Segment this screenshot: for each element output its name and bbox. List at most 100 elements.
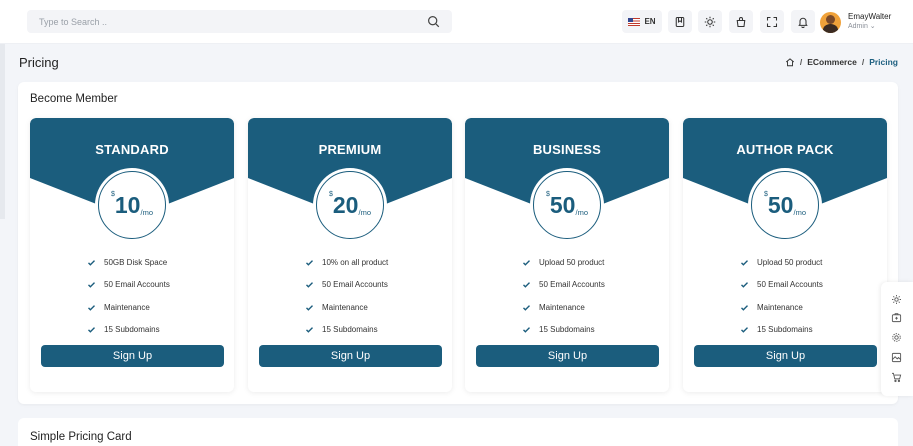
sun-icon (704, 16, 716, 27)
feature-text: 10% on all product (322, 257, 389, 267)
sign-up-button[interactable]: Sign Up (694, 345, 877, 367)
sidebar-edge (0, 44, 5, 219)
settings-icon[interactable] (891, 292, 902, 304)
fullscreen-button[interactable] (760, 10, 784, 33)
card-title: Simple Pricing Card (30, 431, 132, 443)
home-icon[interactable] (785, 57, 795, 67)
check-icon (741, 304, 748, 311)
feature-text: 15 Subdomains (757, 325, 813, 335)
search-bar (27, 10, 452, 33)
check-icon (88, 304, 95, 311)
feature-item: 15 Subdomains (87, 319, 170, 342)
plan-name: BUSINESS (532, 142, 602, 157)
breadcrumb-pricing: Pricing (869, 57, 898, 67)
check-icon (306, 327, 313, 333)
bookmark-button[interactable] (668, 10, 692, 33)
price-period: /mo (140, 208, 153, 217)
check-icon (523, 304, 530, 311)
feature-item: Maintenance (87, 296, 170, 319)
feature-item: 15 Subdomains (305, 319, 388, 342)
feature-text: 15 Subdomains (539, 325, 595, 335)
simple-pricing-card: Simple Pricing Card (18, 418, 898, 446)
notification-button[interactable] (791, 10, 815, 33)
cart-button[interactable] (729, 10, 753, 33)
check-icon (741, 327, 748, 333)
check-icon (88, 282, 95, 288)
user-role: Admin ⌄ (848, 23, 876, 30)
feature-text: Maintenance (104, 302, 150, 312)
feature-text: 50 Email Accounts (539, 280, 605, 290)
feature-list: 50GB Disk Space 50 Email Accounts Maintena… (87, 251, 170, 341)
plan-name: PREMIUM (318, 142, 382, 157)
feature-item: Upload 50 product (522, 251, 605, 274)
feature-item: 50 Email Accounts (305, 274, 388, 297)
theme-toggle-button[interactable] (698, 10, 722, 33)
feature-item: 15 Subdomains (740, 319, 823, 342)
gear-icon[interactable] (891, 330, 902, 342)
language-label: EN (644, 17, 656, 26)
feature-text: 50 Email Accounts (757, 280, 823, 290)
check-icon (306, 282, 313, 288)
feature-item: 50 Email Accounts (740, 274, 823, 297)
feature-text: Maintenance (539, 302, 585, 312)
price-amount: 50 (767, 191, 794, 218)
price-period: /mo (793, 208, 806, 217)
bell-icon (798, 17, 808, 28)
breadcrumb-separator: / (799, 57, 803, 67)
feature-item: Maintenance (740, 296, 823, 319)
check-icon (523, 259, 530, 266)
top-header: EN EmayWalter Admin ⌄ (0, 0, 913, 44)
plan-name: AUTHOR PACK (736, 142, 834, 157)
pricing-plan-standard: STANDARD $ 10 /mo 50GB Disk Space 50 Emai… (30, 118, 234, 392)
check-icon (523, 327, 530, 333)
feature-text: 15 Subdomains (322, 325, 378, 335)
feature-list: 10% on all product 50 Email Accounts Maint… (305, 251, 388, 341)
price-circle: $ 10 /mo (98, 171, 166, 239)
feature-list: Upload 50 product 50 Email Accounts Mainte… (522, 251, 605, 341)
search-icon[interactable] (427, 15, 440, 28)
feature-text: 50 Email Accounts (322, 280, 388, 290)
user-name: EmayWalter (848, 12, 892, 21)
price-amount: 10 (114, 191, 141, 218)
feature-text: Maintenance (757, 302, 803, 312)
price-circle: $ 50 /mo (533, 171, 601, 239)
sign-up-button[interactable]: Sign Up (476, 345, 659, 367)
sign-up-button[interactable]: Sign Up (41, 345, 224, 367)
medical-kit-icon[interactable] (891, 310, 902, 323)
language-selector[interactable]: EN (622, 10, 662, 33)
feature-text: 50 Email Accounts (104, 280, 170, 290)
breadcrumb-ecommerce[interactable]: ECommerce (807, 57, 857, 67)
pricing-plan-author-pack: AUTHOR PACK $ 50 /mo Upload 50 product 50… (683, 118, 887, 392)
fullscreen-icon (766, 16, 778, 27)
plan-name: STANDARD (95, 142, 169, 157)
check-icon (741, 259, 748, 266)
feature-item: 50 Email Accounts (87, 274, 170, 297)
bookmark-icon (675, 16, 685, 27)
pricing-plan-business: BUSINESS $ 50 /mo Upload 50 product 50 Em… (465, 118, 669, 392)
cart-icon[interactable] (891, 370, 902, 383)
feature-item: 50 Email Accounts (522, 274, 605, 297)
image-icon[interactable] (891, 350, 902, 363)
feature-item: Upload 50 product (740, 251, 823, 274)
feature-list: Upload 50 product 50 Email Accounts Mainte… (740, 251, 823, 341)
pricing-plan-premium: PREMIUM $ 20 /mo 10% on all product 50 Em… (248, 118, 452, 392)
feature-item: 10% on all product (305, 251, 388, 274)
check-icon (523, 282, 530, 288)
feature-text: Upload 50 product (757, 257, 823, 267)
breadcrumb: / ECommerce / Pricing (785, 57, 898, 67)
check-icon (306, 259, 313, 266)
feature-text: 50GB Disk Space (104, 257, 168, 267)
card-title: Become Member (30, 93, 118, 105)
check-icon (741, 282, 748, 288)
search-input[interactable] (39, 10, 419, 33)
sign-up-button[interactable]: Sign Up (259, 345, 442, 367)
check-icon (306, 304, 313, 311)
check-icon (88, 327, 95, 333)
flag-us-icon (628, 17, 641, 26)
feature-item: 50GB Disk Space (87, 251, 170, 274)
user-profile[interactable]: EmayWalter Admin ⌄ (820, 11, 891, 33)
chevron-down-icon: ⌄ (869, 23, 876, 30)
page-title: Pricing (19, 55, 59, 70)
check-icon (88, 259, 95, 266)
feature-item: Maintenance (305, 296, 388, 319)
